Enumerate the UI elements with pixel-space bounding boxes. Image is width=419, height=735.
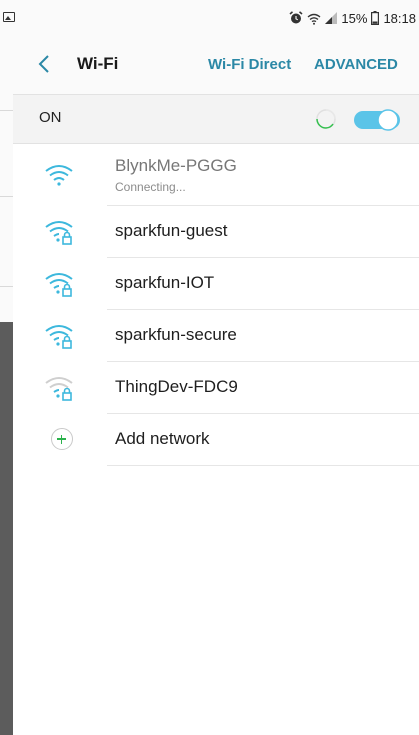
back-arrow-icon[interactable] xyxy=(35,54,55,74)
network-item-blynkme[interactable]: BlynkMe-PGGG Connecting... xyxy=(13,144,419,206)
background-divider xyxy=(0,196,13,197)
add-network-button[interactable]: Add network xyxy=(13,414,419,466)
wifi-icon xyxy=(307,13,321,25)
network-item-sparkfun-guest[interactable]: sparkfun-guest xyxy=(13,206,419,258)
plus-circle-icon xyxy=(51,428,73,450)
network-name: BlynkMe-PGGG xyxy=(115,156,237,175)
network-name: sparkfun-secure xyxy=(115,325,237,344)
network-status: Connecting... xyxy=(115,180,186,194)
wifi-lock-icon xyxy=(45,221,73,245)
wifi-master-switch-row[interactable]: ON xyxy=(13,94,419,144)
advanced-button[interactable]: ADVANCED xyxy=(314,56,398,73)
background-panel-edge xyxy=(0,0,13,322)
image-icon xyxy=(3,12,15,22)
alarm-icon xyxy=(289,11,303,24)
status-icons: 15% 18:18 xyxy=(289,10,416,26)
network-name: sparkfun-guest xyxy=(115,221,228,240)
network-name: sparkfun-IOT xyxy=(115,273,215,292)
network-item-sparkfun-secure[interactable]: sparkfun-secure xyxy=(13,310,419,362)
signal-icon xyxy=(325,12,338,24)
page-title: Wi-Fi xyxy=(77,54,119,73)
add-network-label: Add network xyxy=(115,429,210,448)
network-item-sparkfun-iot[interactable]: sparkfun-IOT xyxy=(13,258,419,310)
app-bar: Wi-Fi Wi-Fi Direct ADVANCED xyxy=(13,34,419,94)
wifi-toggle-switch[interactable] xyxy=(354,108,400,132)
wifi-lock-icon xyxy=(45,273,73,297)
background-dim-panel xyxy=(0,322,13,735)
wifi-lock-icon xyxy=(45,325,73,349)
background-divider xyxy=(0,286,13,287)
wifi-lock-icon xyxy=(45,377,73,401)
wifi-direct-button[interactable]: Wi-Fi Direct xyxy=(208,56,291,73)
divider xyxy=(107,465,419,466)
battery-icon xyxy=(371,11,380,25)
network-name: ThingDev-FDC9 xyxy=(115,377,238,396)
wifi-state-label: ON xyxy=(39,109,62,126)
network-item-thingdev[interactable]: ThingDev-FDC9 xyxy=(13,362,419,414)
network-list: BlynkMe-PGGG Connecting... sparkfun-gues… xyxy=(13,144,419,466)
clock: 18:18 xyxy=(383,10,416,26)
background-divider xyxy=(0,110,13,111)
battery-percent: 15% xyxy=(341,10,368,26)
loading-spinner-icon xyxy=(316,109,336,129)
status-bar: 15% 18:18 xyxy=(0,0,419,34)
wifi-icon xyxy=(45,165,73,186)
